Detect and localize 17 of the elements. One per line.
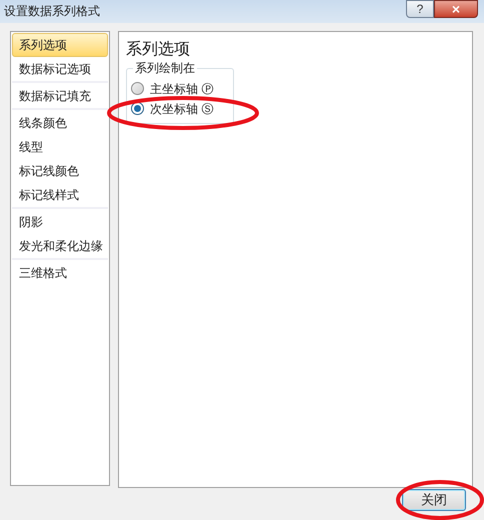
category-item[interactable]: 数据标记填充	[12, 84, 108, 108]
category-item[interactable]: 三维格式	[12, 260, 108, 285]
help-button[interactable]: ?	[406, 0, 434, 18]
category-item[interactable]: 标记线颜色	[12, 158, 108, 183]
category-item[interactable]: 线条颜色	[12, 110, 108, 135]
radio-option[interactable]: 次坐标轴 Ⓢ	[131, 100, 229, 117]
radio-option[interactable]: 主坐标轴 Ⓟ	[131, 80, 229, 97]
category-item[interactable]: 数据标记选项	[12, 56, 108, 81]
category-item[interactable]: 标记线样式	[12, 182, 108, 207]
category-item[interactable]: 阴影	[12, 210, 108, 234]
category-item[interactable]: 发光和柔化边缘	[12, 234, 108, 258]
group-title: 系列绘制在	[133, 60, 197, 76]
category-item[interactable]: 线型	[12, 134, 108, 159]
panel-title: 系列选项	[126, 40, 191, 60]
window-title: 设置数据系列格式	[4, 3, 100, 20]
category-item[interactable]: 系列选项	[12, 32, 108, 57]
dialog-close-button[interactable]: 关闭	[402, 488, 466, 511]
